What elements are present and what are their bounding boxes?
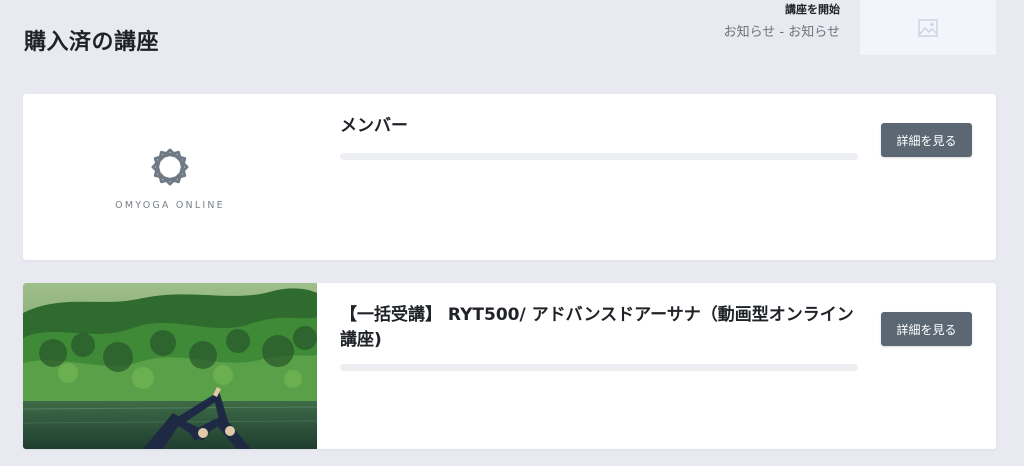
course-progress-bar xyxy=(340,153,858,160)
yoga-forest-lake-photo xyxy=(23,283,317,449)
course-card-member: OMYOGA ONLINE メンバー 詳細を見る xyxy=(23,94,996,260)
course-card-media xyxy=(23,283,317,449)
course-card-body: 【一括受講】 RYT500/ アドバンスドアーサナ（動画型オンライン講座) xyxy=(340,303,860,353)
view-details-button[interactable]: 詳細を見る xyxy=(881,312,972,346)
notice-breadcrumb[interactable]: お知らせ - お知らせ xyxy=(724,24,840,42)
omyoga-logo: OMYOGA ONLINE xyxy=(23,94,317,260)
logo-text: OMYOGA ONLINE xyxy=(115,199,225,211)
view-details-button[interactable]: 詳細を見る xyxy=(881,123,972,157)
course-card-body: メンバー xyxy=(340,114,860,139)
course-thumbnail-placeholder[interactable] xyxy=(860,0,996,55)
course-card-media: OMYOGA ONLINE xyxy=(23,94,317,260)
course-title[interactable]: 【一括受講】 RYT500/ アドバンスドアーサナ（動画型オンライン講座) xyxy=(340,303,860,353)
course-title[interactable]: メンバー xyxy=(340,114,860,139)
image-placeholder-icon xyxy=(918,18,938,37)
course-progress-bar xyxy=(340,364,858,371)
lotus-geometric-logo-icon xyxy=(151,148,189,185)
course-card-ryt500: 【一括受講】 RYT500/ アドバンスドアーサナ（動画型オンライン講座) 詳細… xyxy=(23,283,996,449)
start-course-link[interactable]: 講座を開始 xyxy=(724,2,840,18)
start-course-block: 講座を開始 お知らせ - お知らせ xyxy=(724,2,840,42)
page: 購入済の講座 講座を開始 お知らせ - お知らせ OMYOGA ONLINE メ… xyxy=(0,0,1024,466)
page-title: 購入済の講座 xyxy=(24,29,160,55)
